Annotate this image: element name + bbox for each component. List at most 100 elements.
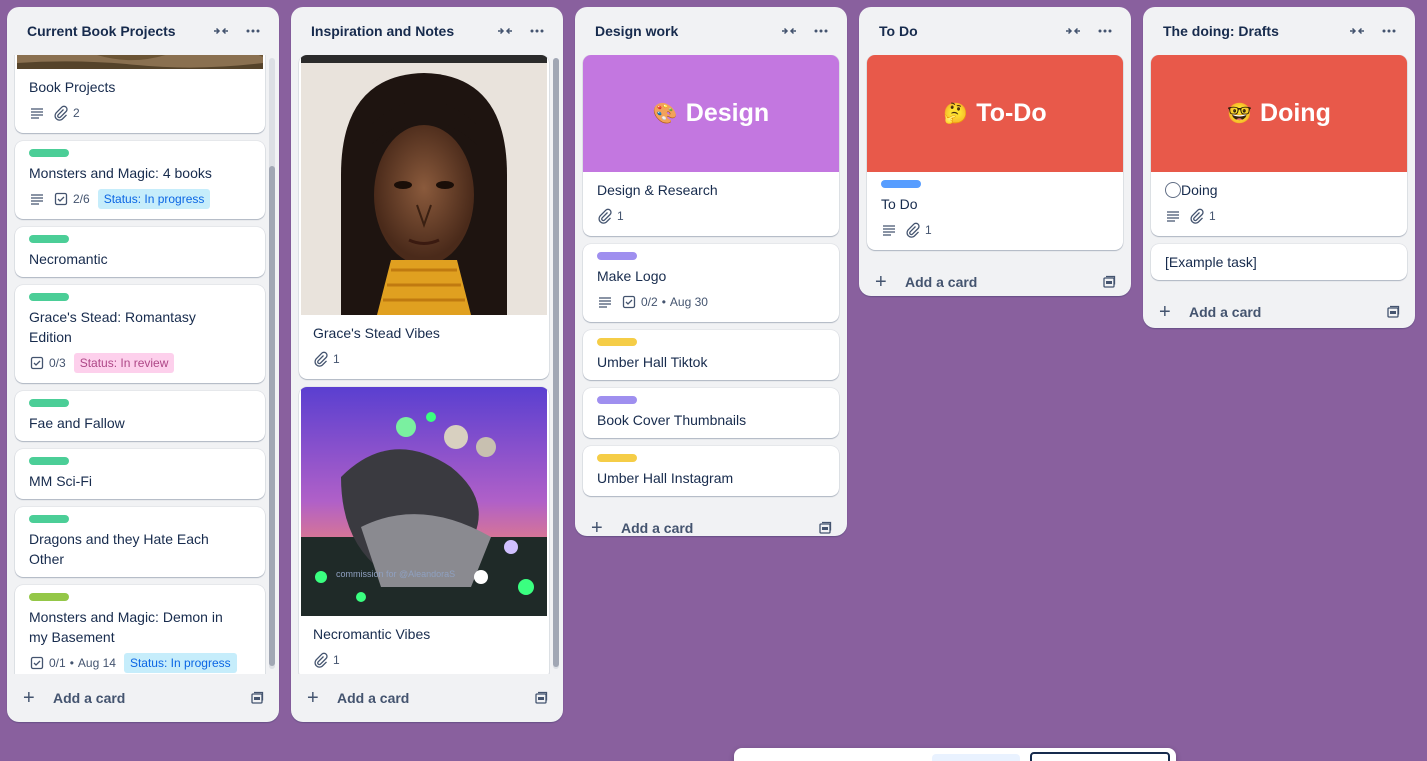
attachment-badge: 1 [597,208,624,224]
add-card-button[interactable]: Add a card [337,690,533,706]
card-list[interactable]: Grace's Stead Vibes 1 commission for @Al… [291,55,563,674]
label-green[interactable] [29,235,69,243]
add-card-button[interactable]: Add a card [53,690,249,706]
collapse-icon[interactable] [773,15,805,47]
card-list[interactable]: 🎨 Design Design & Research 1 Make Logo 0… [575,55,847,504]
paperclip-icon [598,208,612,224]
attachment-badge: 1 [1189,208,1216,224]
label-green[interactable] [29,457,69,465]
card-template-icon[interactable] [249,690,265,706]
card-title: Monsters and Magic: 4 books [29,165,212,181]
card-title: Book Projects [29,79,116,95]
more-options-icon[interactable] [1089,15,1121,47]
card-cover: 🎨 Design [583,55,839,172]
bottom-view-switcher[interactable] [734,748,1176,761]
scrollbar[interactable] [269,58,275,669]
card-cover: 🤔 To-Do [867,55,1123,172]
view-switcher-segment[interactable] [1030,752,1170,761]
add-card-row: + Add a card [291,674,563,722]
card-graces-stead-vibes[interactable]: Grace's Stead Vibes 1 [299,55,549,379]
card-mm-sci-fi[interactable]: MM Sci-Fi [15,449,265,499]
card-example-task[interactable]: [Example task] [1151,244,1407,280]
card-template-icon[interactable] [533,690,549,706]
card-template-icon[interactable] [1101,274,1117,290]
card-title: Umber Hall Tiktok [597,354,708,370]
card-graces-stead-romantasy[interactable]: Grace's Stead: Romantasy Edition 0/3 Sta… [15,285,265,383]
checklist-count: 0/3 [49,356,66,370]
add-card-button[interactable]: Add a card [1189,304,1385,320]
complete-checkbox-icon[interactable] [1165,182,1181,198]
list-header: Inspiration and Notes [291,7,563,55]
plus-icon[interactable]: + [23,687,47,710]
list-header: Current Book Projects [7,7,279,55]
list-title[interactable]: The doing: Drafts [1163,23,1341,39]
label-purple[interactable] [597,252,637,260]
card-to-do[interactable]: 🤔 To-Do To Do 1 [867,55,1123,250]
card-design-research[interactable]: 🎨 Design Design & Research 1 [583,55,839,236]
cover-text: To-Do [976,99,1047,127]
plus-icon[interactable]: + [875,271,899,294]
card-necromantic-vibes[interactable]: commission for @AleandoraS Necromantic V… [299,387,549,674]
list-design-work: Design work 🎨 Design Design & Research 1… [575,7,847,536]
card-template-icon[interactable] [1385,304,1401,320]
card-title: Monsters and Magic: Demon in my Basement [29,609,223,645]
card-umber-hall-instagram[interactable]: Umber Hall Instagram [583,446,839,496]
list-to-do: To Do 🤔 To-Do To Do 1 + Add a card [859,7,1131,296]
add-card-row: + Add a card [859,258,1131,296]
label-blue[interactable] [881,180,921,188]
add-card-button[interactable]: Add a card [905,274,1101,290]
checkbox-icon [30,356,44,370]
label-green[interactable] [29,293,69,301]
collapse-icon[interactable] [489,15,521,47]
card-title: [Example task] [1165,254,1257,270]
label-purple[interactable] [597,396,637,404]
list-title[interactable]: Inspiration and Notes [311,23,489,39]
add-card-row: + Add a card [7,674,279,722]
list-title[interactable]: Design work [595,23,773,39]
illustration-cover-image: commission for @AleandoraS [301,387,547,616]
collapse-icon[interactable] [1341,15,1373,47]
plus-icon[interactable]: + [591,517,615,537]
label-green[interactable] [29,515,69,523]
label-green[interactable] [29,149,69,157]
card-fae-and-fallow[interactable]: Fae and Fallow [15,391,265,441]
attachment-badge: 1 [313,652,340,668]
paperclip-icon [54,105,68,121]
card-demon-in-my-basement[interactable]: Monsters and Magic: Demon in my Basement… [15,585,265,674]
card-title: Book Cover Thumbnails [597,412,747,428]
card-list[interactable]: Book Projects 2 Monsters and Magic: 4 bo… [7,55,279,674]
more-options-icon[interactable] [1373,15,1405,47]
palette-icon: 🎨 [652,103,678,125]
list-title[interactable]: Current Book Projects [27,23,205,39]
label-lime[interactable] [29,593,69,601]
plus-icon[interactable]: + [307,687,331,710]
plus-icon[interactable]: + [1159,301,1183,324]
label-green[interactable] [29,399,69,407]
scrollbar[interactable] [553,58,559,669]
more-options-icon[interactable] [521,15,553,47]
collapse-icon[interactable] [1057,15,1089,47]
card-list[interactable]: 🤔 To-Do To Do 1 [859,55,1131,258]
attachment-count: 1 [1209,209,1216,223]
card-make-logo[interactable]: Make Logo 0/2 • Aug 30 [583,244,839,322]
card-doing[interactable]: 🤓 Doing Doing 1 [1151,55,1407,236]
card-umber-hall-tiktok[interactable]: Umber Hall Tiktok [583,330,839,380]
card-dragons[interactable]: Dragons and they Hate Each Other [15,507,265,577]
card-book-projects[interactable]: Book Projects 2 [15,55,265,133]
label-yellow[interactable] [597,338,637,346]
collapse-icon[interactable] [205,15,237,47]
card-necromantic[interactable]: Necromantic [15,227,265,277]
more-options-icon[interactable] [237,15,269,47]
add-card-button[interactable]: Add a card [621,520,817,536]
label-yellow[interactable] [597,454,637,462]
card-monsters-and-magic-4-books[interactable]: Monsters and Magic: 4 books 2/6 Status: … [15,141,265,219]
list-title[interactable]: To Do [879,23,1057,39]
card-list[interactable]: 🤓 Doing Doing 1 [Example task] [1143,55,1415,288]
card-title: Necromantic [29,251,108,267]
view-switcher-active-segment[interactable] [932,754,1020,761]
more-options-icon[interactable] [805,15,837,47]
attachment-count: 1 [617,209,624,223]
card-template-icon[interactable] [817,520,833,536]
list-current-book-projects: Current Book Projects Book Projects 2 Mo… [7,7,279,722]
card-book-cover-thumbnails[interactable]: Book Cover Thumbnails [583,388,839,438]
